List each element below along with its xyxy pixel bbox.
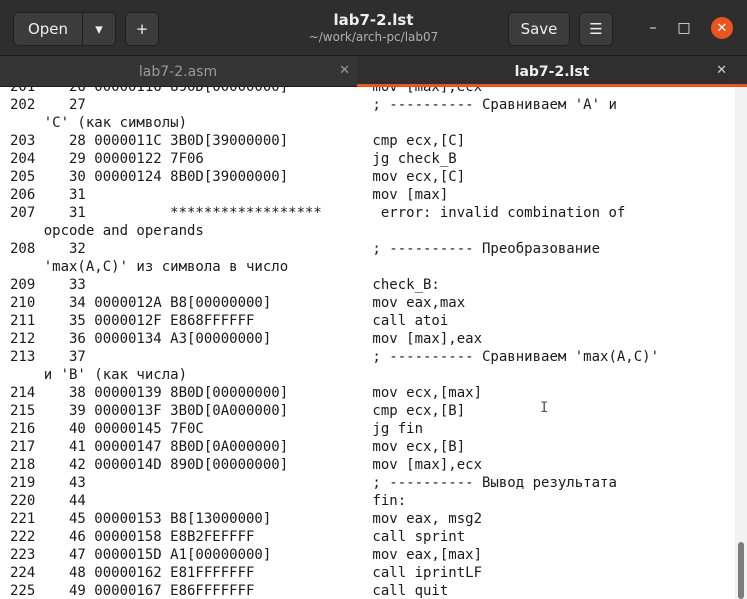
code-line: opcode and operands bbox=[10, 223, 204, 239]
maximize-button[interactable]: □ bbox=[673, 17, 695, 39]
code-line: и 'B' (как числа) bbox=[10, 367, 188, 383]
open-button[interactable]: Open bbox=[13, 12, 83, 46]
code-line: 220 44 fin: bbox=[10, 493, 407, 509]
save-button-label: Save bbox=[520, 20, 558, 38]
code-line: 217 41 00000147 8B0D[0A000000] mov ecx,[… bbox=[10, 439, 466, 455]
code-line: 212 36 00000134 A3[00000000] mov [max],e… bbox=[10, 331, 483, 347]
code-line: 222 46 00000158 E8B2FEFFFF call sprint bbox=[10, 529, 466, 545]
close-window-button[interactable]: ✕ bbox=[711, 17, 733, 39]
code-line: 213 37 ; ---------- Сравниваем 'max(A,C)… bbox=[10, 349, 660, 365]
code-line: 225 49 00000167 E86FFFFFFF call quit bbox=[10, 583, 449, 599]
code-line: 219 43 ; ---------- Вывод результата bbox=[10, 475, 617, 491]
code-line: 204 29 00000122 7F06 jg check_B bbox=[10, 151, 457, 167]
code-line: 216 40 00000145 7F0C jg fin bbox=[10, 421, 424, 437]
open-menu-button[interactable]: ▾ bbox=[82, 12, 116, 46]
save-button[interactable]: Save bbox=[508, 12, 570, 46]
close-icon: ✕ bbox=[716, 20, 728, 36]
hamburger-icon: ☰ bbox=[589, 20, 603, 38]
open-button-label: Open bbox=[27, 20, 69, 38]
tab-bar: lab7-2.asm ✕ lab7-2.lst ✕ bbox=[0, 56, 747, 87]
code-line: 209 33 check_B: bbox=[10, 277, 440, 293]
code-line: 224 48 00000162 E81FFFFFFF call iprintLF bbox=[10, 565, 483, 581]
tab-label: lab7-2.asm bbox=[138, 63, 218, 80]
hamburger-menu-button[interactable]: ☰ bbox=[579, 12, 613, 46]
vertical-scrollbar[interactable] bbox=[735, 87, 747, 599]
code-line: 215 39 0000013F 3B0D[0A000000] cmp ecx,[… bbox=[10, 403, 466, 419]
code-line: 'max(A,C)' из символа в число bbox=[10, 259, 289, 275]
code-line: 221 45 00000153 B8[13000000] mov eax, ms… bbox=[10, 511, 483, 527]
maximize-icon: □ bbox=[677, 20, 691, 36]
tab-lab7-2-lst[interactable]: lab7-2.lst ✕ bbox=[357, 56, 747, 87]
minimize-icon: – bbox=[649, 20, 657, 36]
minimize-button[interactable]: – bbox=[642, 17, 664, 39]
new-tab-icon: + bbox=[135, 20, 149, 38]
text-cursor-icon: I bbox=[540, 400, 549, 416]
code-line: 203 28 0000011C 3B0D[39000000] cmp ecx,[… bbox=[10, 133, 466, 149]
code-line: 206 31 mov [max] bbox=[10, 187, 449, 203]
code-line: 207 31 ****************** error: invalid… bbox=[10, 205, 626, 221]
code-line: 211 35 0000012F E868FFFFFF call atoi bbox=[10, 313, 449, 329]
tab-label: lab7-2.lst bbox=[514, 63, 590, 80]
code-line: 'C' (как символы) bbox=[10, 115, 188, 131]
code-line: 205 30 00000124 8B0D[39000000] mov ecx,[… bbox=[10, 169, 466, 185]
tab-close-icon[interactable]: ✕ bbox=[716, 63, 727, 78]
scrollbar-thumb[interactable] bbox=[738, 542, 744, 599]
header-bar: Open ▾ + lab7-2.lst ~/work/arch-pc/lab07… bbox=[0, 0, 747, 56]
tab-close-icon[interactable]: ✕ bbox=[339, 63, 350, 78]
text-editor[interactable]: 201 26 00000116 890D[00000000] mov [max]… bbox=[0, 87, 747, 599]
new-tab-button[interactable]: + bbox=[125, 12, 159, 46]
code-line: 214 38 00000139 8B0D[00000000] mov ecx,[… bbox=[10, 385, 483, 401]
code-line: 201 26 00000116 890D[00000000] mov [max]… bbox=[10, 87, 483, 95]
tab-lab7-2-asm[interactable]: lab7-2.asm ✕ bbox=[0, 56, 356, 87]
code-line: 218 42 0000014D 890D[00000000] mov [max]… bbox=[10, 457, 483, 473]
code-line: 202 27 ; ---------- Сравниваем 'A' и bbox=[10, 97, 617, 113]
editor-lines: 201 26 00000116 890D[00000000] mov [max]… bbox=[0, 87, 735, 599]
code-line: 223 47 0000015D A1[00000000] mov eax,[ma… bbox=[10, 547, 483, 563]
code-line: 210 34 0000012A B8[00000000] mov eax,max bbox=[10, 295, 466, 311]
chevron-down-icon: ▾ bbox=[95, 20, 103, 38]
code-line: 208 32 ; ---------- Преобразование bbox=[10, 241, 601, 257]
